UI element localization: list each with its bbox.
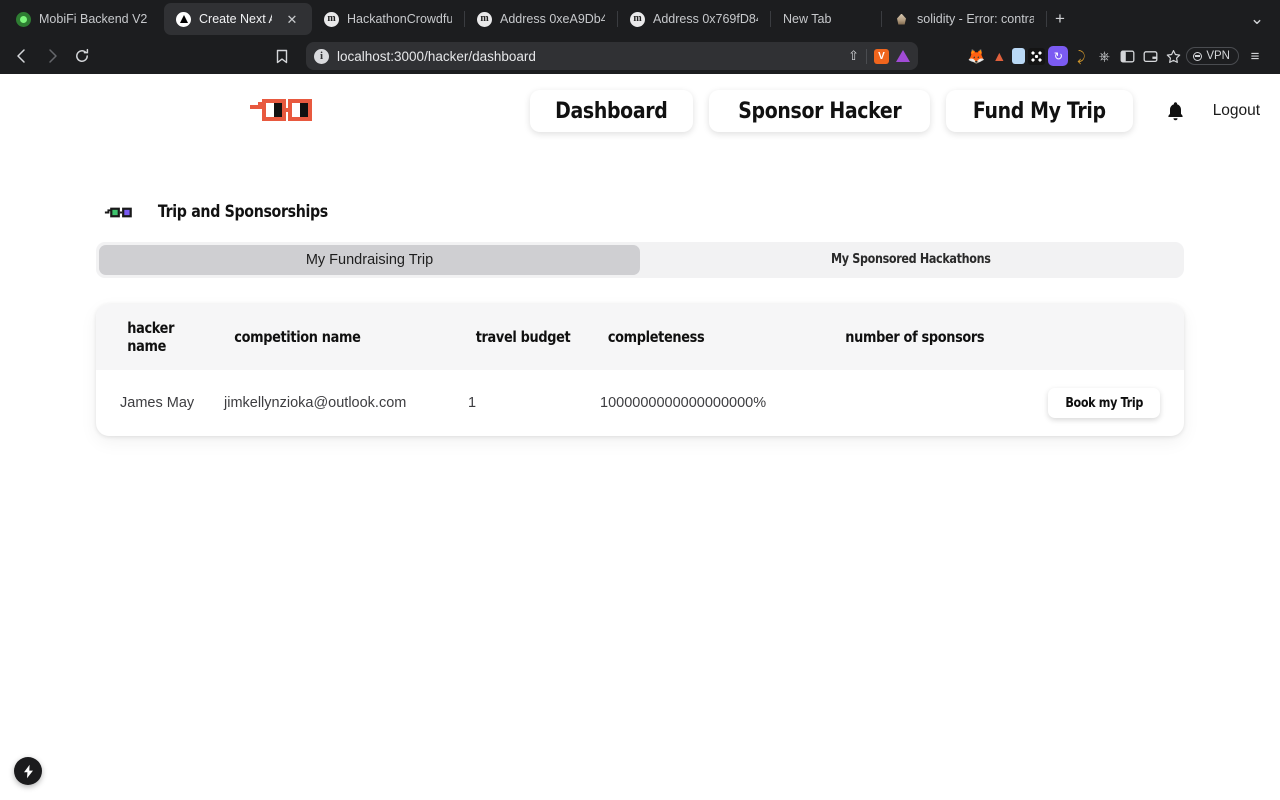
metamask-fox-icon[interactable]: 🦊 [966, 46, 986, 66]
tab-title: Address 0x769fD84bBa [653, 12, 758, 26]
share-icon[interactable]: ⇧ [848, 48, 859, 64]
new-tab-button[interactable]: + [1047, 6, 1073, 32]
tab-title: Create Next App [199, 12, 272, 26]
glasses-logo-icon [250, 99, 312, 121]
column-header-hacker-name: hacker name [127, 318, 175, 355]
cell-number-of-sponsors [834, 370, 1048, 436]
nav-label: Dashboard [555, 98, 668, 124]
browser-tab-create-next-app[interactable]: Create Next App ✕ [164, 3, 312, 35]
hardhat-icon [630, 11, 645, 27]
vpn-label: VPN [1206, 50, 1230, 62]
glasses-icon [104, 207, 132, 218]
browser-tab-address-0xea9db4374c[interactable]: Address 0xeA9Db4374C [465, 3, 617, 35]
cell-completeness: 1000000000000000000% [600, 394, 767, 411]
column-header-competition-name: competition name [234, 327, 361, 346]
nav-label: Fund My Trip [973, 98, 1106, 124]
column-header-completeness: completeness [607, 327, 705, 346]
site-info-icon[interactable]: i [314, 48, 329, 64]
sync-icon[interactable]: ↻ [1048, 46, 1069, 66]
browser-tab-new-tab[interactable]: New Tab [771, 3, 857, 35]
divider [866, 48, 867, 64]
tab-title: Address 0xeA9Db4374C [500, 12, 605, 26]
table-header-row: hacker name competition name travel budg… [96, 303, 1184, 370]
sidebar-icon[interactable] [1117, 46, 1137, 66]
site-header: Dashboard Sponsor Hacker Fund My Trip Lo… [0, 74, 1280, 148]
mobifi-icon [16, 11, 31, 27]
table-body: James May jimkellynzioka@outlook.com 1 1… [96, 370, 1184, 436]
logout-button[interactable]: Logout [1213, 102, 1260, 120]
docs-icon[interactable] [1012, 48, 1026, 64]
browser-tab-mobifi-backend-v2[interactable]: MobiFi Backend V2 [4, 3, 164, 35]
cell-competition-name: jimkellynzioka@outlook.com [224, 394, 407, 411]
tab-my-fundraising-trip[interactable]: My Fundraising Trip [99, 244, 640, 275]
cell-travel-budget: 1 [468, 394, 477, 411]
url-text: localhost:3000/hacker/dashboard [337, 48, 536, 64]
tab-title: New Tab [783, 12, 832, 26]
triangle-extension-icon[interactable] [896, 50, 910, 62]
tab-title: MobiFi Backend V2 [39, 12, 148, 26]
wallet-icon[interactable] [1140, 46, 1160, 66]
qr-code-icon[interactable] [1028, 47, 1046, 65]
chevron-down-icon[interactable]: ⌄ [1244, 6, 1270, 32]
trips-table-card: hacker name competition name travel budg… [96, 303, 1184, 436]
nav-sponsor-hacker-button[interactable]: Sponsor Hacker [708, 89, 931, 133]
lightning-bolt-icon [23, 764, 33, 778]
vpn-status-icon [1193, 51, 1203, 61]
table-header: hacker name competition name travel budg… [96, 303, 1184, 370]
forward-icon [38, 42, 66, 70]
browser-tab-hackathoncrowdfunding[interactable]: HackathonCrowdfunding [312, 3, 464, 35]
page-content: Dashboard Sponsor Hacker Fund My Trip Lo… [0, 74, 1280, 800]
view-tabs: My Fundraising Trip My Sponsored Hackath… [96, 241, 1184, 278]
close-icon[interactable]: ✕ [284, 11, 300, 27]
column-header-actions [1048, 304, 1184, 370]
nav-fund-my-trip-button[interactable]: Fund My Trip [946, 89, 1133, 133]
reload-icon[interactable] [68, 42, 96, 70]
trips-table: hacker name competition name travel budg… [96, 303, 1184, 436]
notification-bell-icon[interactable] [1163, 98, 1189, 124]
page-title-text: Trip and Sponsorships [157, 202, 328, 221]
lightning-bolt-button[interactable] [14, 757, 42, 785]
puzzle-extension-icon[interactable]: ⎈ [1094, 46, 1114, 66]
book-my-trip-label: Book my Trip [1065, 395, 1143, 411]
bookmark-star-icon[interactable] [1163, 46, 1183, 66]
section-header: Trip and Sponsorships [104, 202, 1184, 221]
nav-label: Sponsor Hacker [737, 98, 901, 124]
vpn-button[interactable]: VPN [1186, 47, 1239, 65]
tab-title: solidity - Error: contract [917, 12, 1034, 26]
snake-icon[interactable]: ⤸ [1071, 46, 1091, 66]
tab-strip: MobiFi Backend V2 Create Next App ✕ Hack… [0, 0, 1280, 38]
browser-chrome: MobiFi Backend V2 Create Next App ✕ Hack… [0, 0, 1280, 74]
main-content: Trip and Sponsorships My Fundraising Tri… [0, 202, 1280, 436]
brave-shields-icon[interactable]: V [874, 48, 889, 64]
back-icon[interactable] [8, 42, 36, 70]
main-navigation: Dashboard Sponsor Hacker Fund My Trip Lo… [530, 89, 1260, 133]
table-row: James May jimkellynzioka@outlook.com 1 1… [96, 370, 1184, 436]
glasses-logo[interactable] [248, 98, 314, 124]
page-title: Trip and Sponsorships [144, 202, 342, 221]
hardhat-icon [477, 11, 492, 27]
tab-title: HackathonCrowdfunding [347, 12, 452, 26]
nextjs-icon [176, 11, 191, 27]
nav-dashboard-button[interactable]: Dashboard [530, 89, 693, 133]
browser-tab-address-0x769fd84bba[interactable]: Address 0x769fD84bBa [618, 3, 770, 35]
address-bar[interactable]: i localhost:3000/hacker/dashboard ⇧ V [306, 42, 918, 70]
column-header-number-of-sponsors: number of sponsors [845, 327, 985, 346]
cell-hacker-name: James May [120, 394, 195, 411]
bookmark-icon[interactable] [268, 42, 296, 70]
browser-tab-solidity-error[interactable]: solidity - Error: contract [882, 3, 1046, 35]
solidity-icon [894, 12, 909, 27]
tab-label: My Sponsored Hackathons [830, 252, 991, 267]
cell-actions: Book my Trip [1047, 370, 1184, 436]
brave-wallet-icon[interactable]: ▲ [989, 46, 1009, 66]
tab-my-sponsored-hackathons[interactable]: My Sponsored Hackathons [640, 245, 1181, 275]
navigation-toolbar: i localhost:3000/hacker/dashboard ⇧ V 🦊 … [0, 38, 1280, 74]
hardhat-icon [324, 11, 339, 27]
browser-menu-icon[interactable]: ≡ [1242, 43, 1268, 69]
column-header-travel-budget: travel budget [475, 327, 571, 346]
book-my-trip-button[interactable]: Book my Trip [1047, 387, 1160, 418]
extensions-toolbar: 🦊 ▲ ↻ ⤸ ⎈ VPN ≡ [966, 43, 1272, 69]
